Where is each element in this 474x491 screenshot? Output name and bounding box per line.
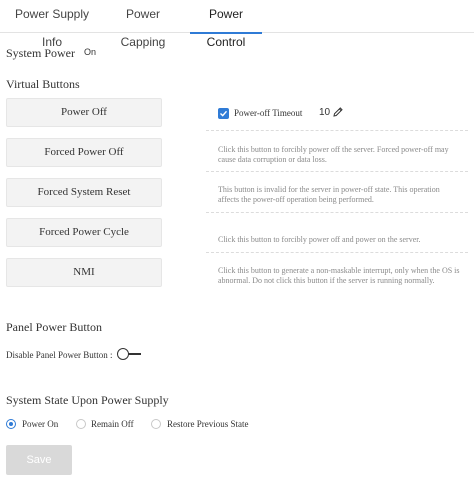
forced-system-reset-button[interactable]: Forced System Reset [6, 178, 162, 207]
panel-power-button-title: Panel Power Button [6, 320, 102, 334]
power-off-timeout-value: 10 [319, 107, 331, 118]
power-off-button[interactable]: Power Off [6, 98, 162, 127]
forced-system-reset-description: This button is invalid for the server in… [218, 185, 440, 204]
nmi-button[interactable]: NMI [6, 258, 162, 287]
disable-panel-power-button-toggle[interactable] [117, 348, 141, 360]
nmi-description: Click this button to generate a non-mask… [218, 266, 460, 285]
divider [206, 171, 468, 172]
system-power-status: On [84, 47, 97, 57]
disable-panel-power-button-label: Disable Panel Power Button : [6, 350, 113, 360]
divider [206, 130, 468, 131]
restore-previous-state-label[interactable]: Restore Previous State [167, 419, 249, 429]
virtual-buttons-title: Virtual Buttons [6, 77, 80, 91]
system-state-title: System State Upon Power Supply [6, 393, 169, 407]
power-on-radio[interactable] [6, 419, 16, 429]
forced-power-off-button[interactable]: Forced Power Off [6, 138, 162, 167]
restore-previous-state-radio[interactable] [151, 419, 161, 429]
forced-power-cycle-description: Click this button to forcibly power off … [218, 235, 421, 244]
remain-off-label[interactable]: Remain Off [91, 419, 134, 429]
divider [206, 212, 468, 213]
forced-power-cycle-button[interactable]: Forced Power Cycle [6, 218, 162, 247]
save-button[interactable]: Save [6, 445, 72, 475]
tab-power-supply-info[interactable]: Power Supply Info [6, 0, 98, 49]
toggle-knob [117, 348, 129, 360]
tab-power-control[interactable]: Power Control [190, 0, 262, 49]
forced-power-off-description: Click this button to forcibly power off … [218, 145, 449, 164]
divider [206, 252, 468, 253]
power-off-timeout-label: Power-off Timeout [234, 108, 303, 118]
tab-power-capping[interactable]: Power Capping [106, 0, 180, 49]
power-off-timeout-checkbox[interactable] [218, 108, 229, 119]
system-power-label: System Power [6, 46, 75, 60]
check-icon [220, 110, 228, 117]
tab-bar: Power Supply Info Power Capping Power Co… [0, 0, 474, 49]
power-on-label[interactable]: Power On [22, 419, 58, 429]
edit-icon[interactable] [332, 106, 344, 118]
remain-off-radio[interactable] [76, 419, 86, 429]
